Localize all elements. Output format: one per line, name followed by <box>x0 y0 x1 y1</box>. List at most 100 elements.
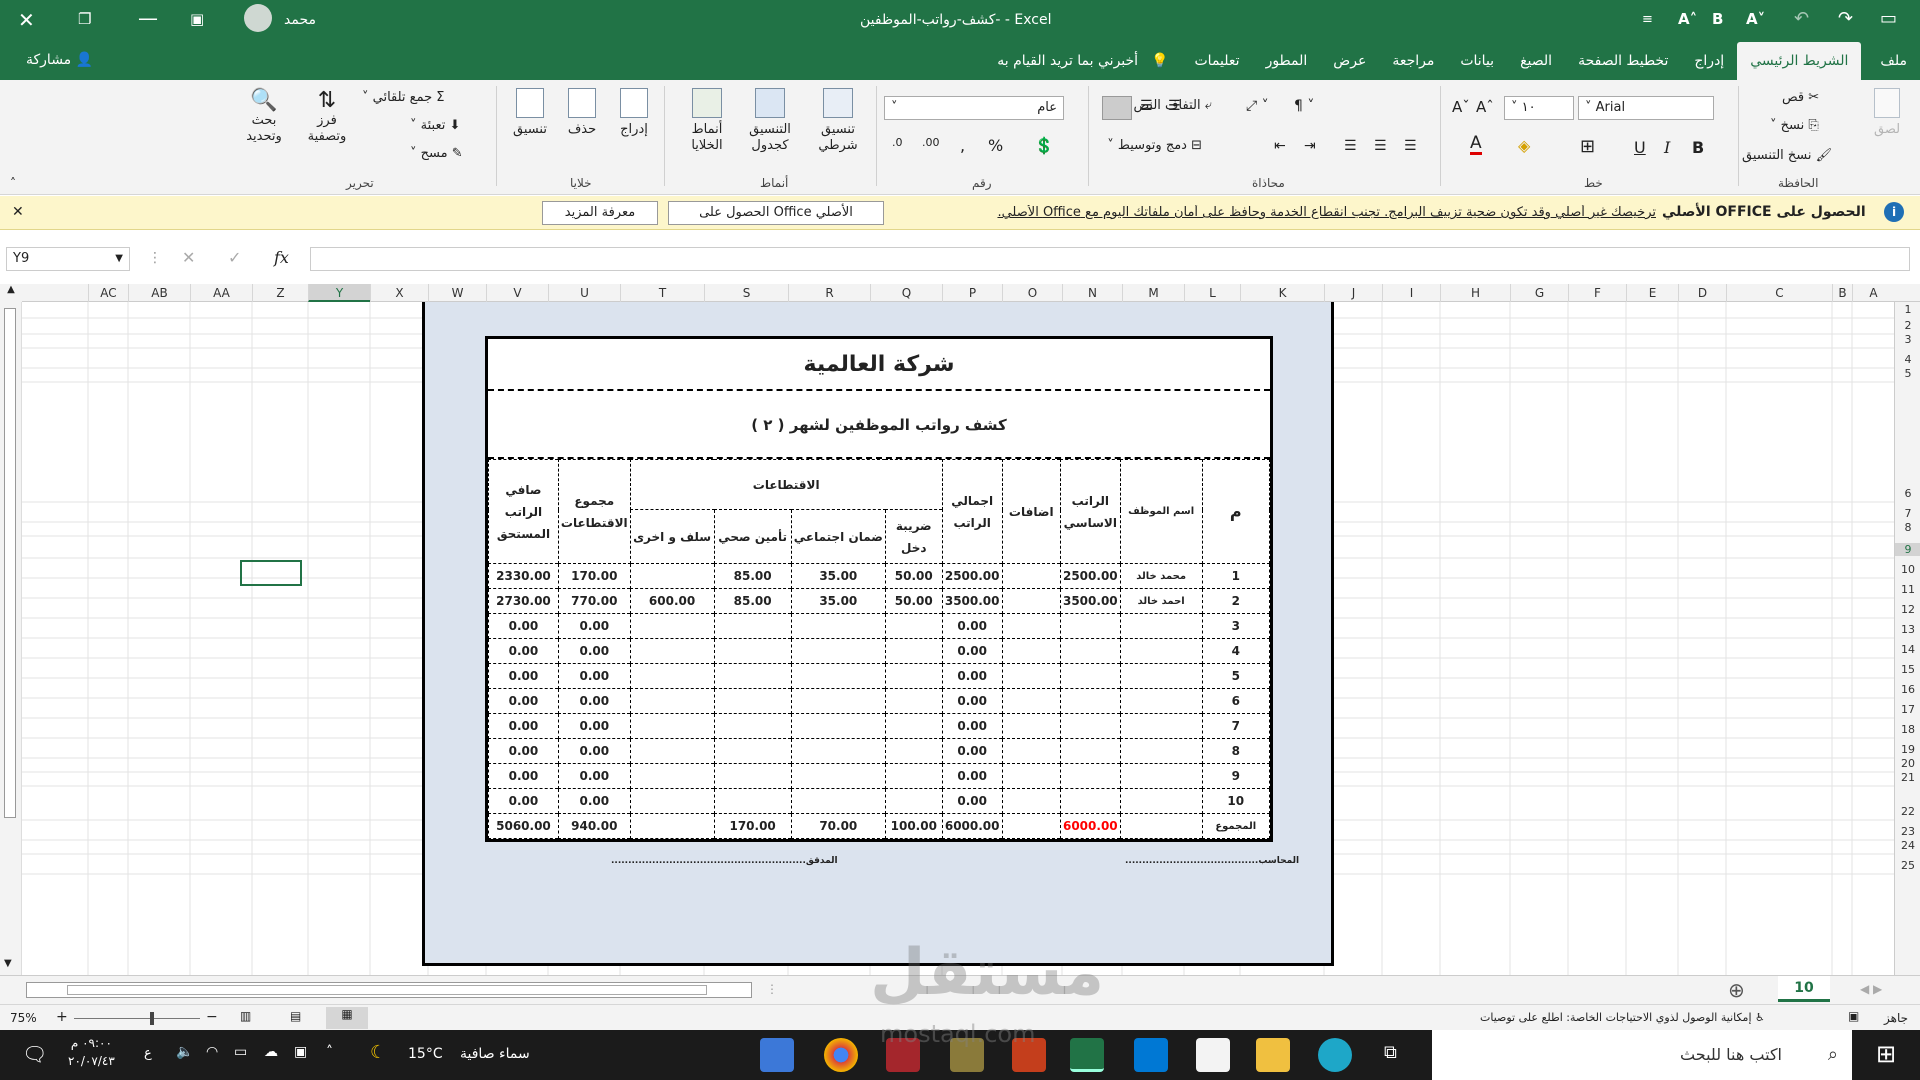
column-header-g[interactable]: G <box>1510 284 1568 302</box>
table-cell-loans[interactable] <box>629 563 715 589</box>
row-header-9[interactable]: 9 <box>1895 543 1920 556</box>
row-header-16[interactable]: 16 <box>1895 683 1920 696</box>
align-bottom-button[interactable] <box>1102 96 1132 120</box>
row-header-10[interactable]: 10 <box>1895 563 1920 576</box>
table-cell-tded[interactable]: 0.00 <box>557 788 631 814</box>
column-header-ab[interactable]: AB <box>128 284 190 302</box>
splitter-icon[interactable]: ⋮ <box>766 982 778 996</box>
table-cell-basic[interactable] <box>1059 763 1121 789</box>
row-header-22[interactable]: 22 <box>1895 805 1920 818</box>
onedrive-icon[interactable]: ☁ <box>264 1044 278 1060</box>
row-header-6[interactable]: 6 <box>1895 487 1920 500</box>
column-header-m[interactable]: M <box>1122 284 1184 302</box>
number-format-select[interactable]: عام ˅ <box>884 96 1064 120</box>
table-cell-loans[interactable] <box>629 788 715 814</box>
bold-button[interactable]: B <box>1692 138 1704 157</box>
column-header-w[interactable]: W <box>428 284 486 302</box>
table-cell-tax[interactable]: 50.00 <box>884 588 943 614</box>
table-cell-tded[interactable]: 0.00 <box>557 763 631 789</box>
save-icon[interactable]: ▭ <box>1880 8 1897 29</box>
chrome-icon[interactable] <box>824 1038 858 1072</box>
autosum-button[interactable]: Σ جمع تلقائي ˅ <box>362 90 445 105</box>
wifi-icon[interactable]: ◠ <box>206 1044 218 1060</box>
table-cell-add[interactable] <box>1001 663 1061 689</box>
table-cell-total[interactable]: 0.00 <box>941 763 1003 789</box>
column-header-e[interactable]: E <box>1626 284 1678 302</box>
table-cell-no[interactable]: 6 <box>1201 688 1271 714</box>
row-header-24[interactable]: 24 <box>1895 839 1920 852</box>
row-header-5[interactable]: 5 <box>1895 367 1920 380</box>
table-cell-basic[interactable] <box>1059 713 1121 739</box>
column-header-d[interactable]: D <box>1678 284 1726 302</box>
column-header-b[interactable]: B <box>1832 284 1852 302</box>
table-cell-no[interactable]: 9 <box>1201 763 1271 789</box>
table-cell-name[interactable] <box>1119 663 1203 689</box>
tab-help[interactable]: تعليمات <box>1182 42 1253 80</box>
table-cell-add[interactable] <box>1001 688 1061 714</box>
close-icon[interactable]: ✕ <box>12 204 24 220</box>
italic-button[interactable]: I <box>1664 138 1670 157</box>
table-cell-social[interactable] <box>790 613 886 639</box>
table-cell-add[interactable] <box>1001 588 1061 614</box>
table-cell-name[interactable] <box>1119 638 1203 664</box>
table-cell-basic[interactable] <box>1059 688 1121 714</box>
table-cell-tax[interactable] <box>884 663 943 689</box>
delete-cells-button[interactable]: حذف <box>560 88 604 137</box>
table-cell-social[interactable] <box>790 788 886 814</box>
column-header-k[interactable]: K <box>1240 284 1324 302</box>
table-cell-add[interactable] <box>1001 738 1061 764</box>
zoom-slider-thumb[interactable] <box>150 1012 154 1025</box>
close-icon[interactable]: ✕ <box>18 8 35 32</box>
message-text[interactable]: ترخيصك غير أصلي وقد تكون ضحية تزييف البر… <box>900 205 1656 220</box>
column-header-q[interactable]: Q <box>870 284 942 302</box>
orientation-icon[interactable]: ⤢ ˅ <box>1246 98 1269 114</box>
table-cell-basic[interactable] <box>1059 663 1121 689</box>
row-header-21[interactable]: 21 <box>1895 771 1920 784</box>
tab-developer[interactable]: المطور <box>1253 42 1321 80</box>
show-hidden-icons[interactable]: ˄ <box>326 1044 333 1060</box>
table-cell-net[interactable]: 2330.00 <box>488 563 559 589</box>
table-cell-loans[interactable] <box>629 688 715 714</box>
table-cell-name[interactable]: احمد خالد <box>1119 588 1203 614</box>
table-cell-loans[interactable] <box>629 763 715 789</box>
learn-more-button[interactable]: معرفة المزيد <box>542 201 658 225</box>
row-header-23[interactable]: 23 <box>1895 825 1920 838</box>
column-header-ac[interactable]: AC <box>88 284 128 302</box>
column-header-x[interactable]: X <box>370 284 428 302</box>
table-cell-social[interactable]: 35.00 <box>790 588 886 614</box>
column-header-n[interactable]: N <box>1062 284 1122 302</box>
row-header-2[interactable]: 2 <box>1895 319 1920 332</box>
undo-icon[interactable]: ↶ <box>1794 8 1809 29</box>
increase-decimal-icon[interactable]: .00 <box>922 136 940 149</box>
photos-icon[interactable] <box>760 1038 794 1072</box>
row-header-18[interactable]: 18 <box>1895 723 1920 736</box>
vertical-scrollbar[interactable]: ▼ <box>0 302 22 975</box>
column-header-f[interactable]: F <box>1568 284 1626 302</box>
table-cell-basic[interactable] <box>1059 788 1121 814</box>
minimize-icon[interactable]: — <box>138 6 158 30</box>
clear-button[interactable]: ✎ مسح ˅ <box>410 146 463 161</box>
row-header-1[interactable]: 1 <box>1895 303 1920 316</box>
table-cell-loans[interactable] <box>629 613 715 639</box>
formula-input[interactable] <box>310 247 1910 271</box>
table-cell-loans[interactable] <box>629 663 715 689</box>
find-select-button[interactable]: 🔍 بحث وتحديد <box>236 88 292 145</box>
name-box[interactable]: Y9 ▼ <box>6 247 130 271</box>
borders-icon[interactable]: ⊞ <box>1580 136 1595 157</box>
table-cell-tax[interactable] <box>884 688 943 714</box>
table-cell-no[interactable]: 4 <box>1201 638 1271 664</box>
accounting-format-icon[interactable]: 💲 <box>1034 136 1054 155</box>
collapse-ribbon-icon[interactable]: ˄ <box>10 176 16 190</box>
merge-center-button[interactable]: ⊟ دمج وتوسيط ˅ <box>1107 138 1202 153</box>
column-header-t[interactable]: T <box>620 284 704 302</box>
copy-button[interactable]: ⎘ نسخ ˅ <box>1770 118 1819 133</box>
column-header-p[interactable]: P <box>942 284 1002 302</box>
macro-record-icon[interactable]: ▣ <box>1848 1009 1859 1023</box>
get-genuine-button[interactable]: الحصول على Office الأصلي <box>668 201 884 225</box>
table-cell-net[interactable]: 0.00 <box>488 713 559 739</box>
ribbon-display-icon[interactable]: ▣ <box>190 10 204 28</box>
column-header-z[interactable]: Z <box>252 284 308 302</box>
table-cell-tax[interactable] <box>884 613 943 639</box>
table-cell-net[interactable]: 0.00 <box>488 788 559 814</box>
decrease-font-icon[interactable]: Aˇ <box>1452 98 1470 116</box>
